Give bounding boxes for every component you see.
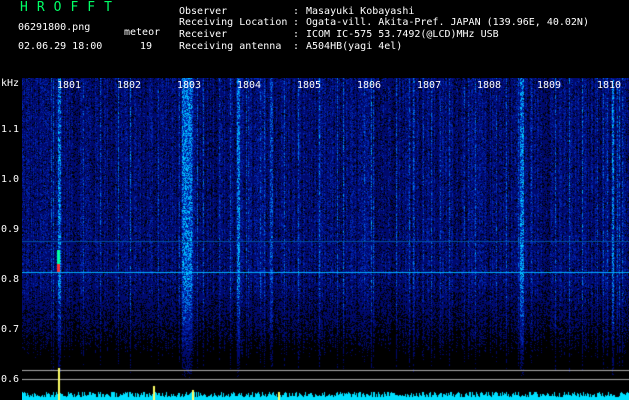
spectrogram-plot	[22, 78, 629, 400]
y-tick-0.6: 0.6	[1, 374, 20, 385]
receiver-key: Receiver	[179, 29, 228, 40]
antenna-sep: :	[293, 41, 300, 52]
x-tick-1807: 1807	[417, 80, 442, 91]
y-unit-label: kHz	[1, 78, 20, 89]
x-tick-1804: 1804	[237, 80, 262, 91]
y-tick-0.8: 0.8	[1, 274, 20, 285]
y-tick-1.1: 1.1	[1, 124, 20, 135]
x-tick-1801: 1801	[57, 80, 82, 91]
x-tick-1803: 1803	[177, 80, 202, 91]
x-tick-1805: 1805	[297, 80, 322, 91]
receiver-sep: :	[293, 29, 300, 40]
y-tick-0.7: 0.7	[1, 324, 20, 335]
antenna-value: A504HB(yagi 4el)	[306, 41, 403, 52]
x-tick-1802: 1802	[117, 80, 142, 91]
location-sep: :	[293, 17, 300, 28]
file-datetime: 02.06.29 18:00	[18, 41, 103, 52]
y-axis: kHz 1.1 1.0 0.9 0.8 0.7 0.6	[0, 78, 22, 400]
x-tick-1806: 1806	[357, 80, 382, 91]
x-tick-1809: 1809	[537, 80, 562, 91]
location-value: Ogata-vill. Akita-Pref. JAPAN (139.96E, …	[306, 17, 589, 28]
brand-title: HROFFT	[20, 0, 121, 15]
meteor-label: meteor	[124, 27, 161, 38]
x-tick-1808: 1808	[477, 80, 502, 91]
receiver-value: ICOM IC-575 53.7492(@LCD)MHz USB	[306, 29, 499, 40]
meteor-count: 19	[140, 41, 153, 52]
y-tick-0.9: 0.9	[1, 224, 20, 235]
file-name: 06291800.png	[18, 22, 91, 33]
header: HROFFT 06291800.png 02.06.29 18:00 meteo…	[0, 0, 629, 78]
location-key: Receiving Location	[179, 17, 288, 28]
x-tick-1810: 1810	[597, 80, 622, 91]
y-tick-1.0: 1.0	[1, 174, 20, 185]
antenna-key: Receiving antenna	[179, 41, 282, 52]
